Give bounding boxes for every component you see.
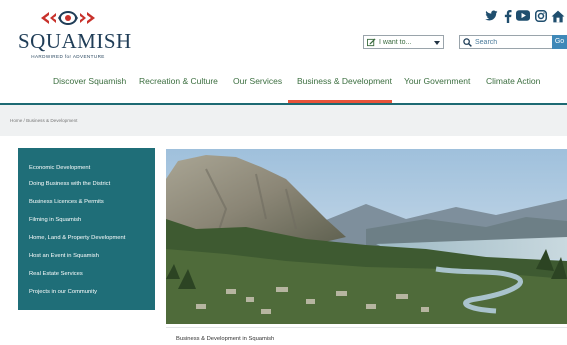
section-sidebar: Economic Development Doing Business with… (18, 148, 155, 310)
logo-mark-icon (41, 11, 95, 25)
nav-climate-action[interactable]: Climate Action (486, 75, 540, 87)
breadcrumb-band (0, 105, 567, 136)
breadcrumb-home[interactable]: Home (10, 118, 22, 123)
edit-icon (367, 38, 376, 47)
search-input[interactable] (475, 37, 545, 47)
sidebar-item-licences-permits[interactable]: Business Licences & Permits (29, 198, 104, 206)
sidebar-item-economic-development[interactable]: Economic Development (29, 164, 90, 172)
i-want-to-label: I want to... (379, 39, 412, 46)
breadcrumb-separator: / (23, 118, 25, 123)
sidebar-item-host-event[interactable]: Host an Event in Squamish (29, 252, 99, 260)
nav-recreation-culture[interactable]: Recreation & Culture (139, 75, 218, 87)
search-button[interactable]: Go (552, 35, 567, 49)
caption-divider (166, 327, 567, 328)
instagram-icon[interactable] (535, 10, 547, 26)
sidebar-item-filming[interactable]: Filming in Squamish (29, 216, 81, 224)
nav-your-government[interactable]: Your Government (404, 75, 470, 87)
youtube-icon[interactable] (516, 10, 530, 26)
nav-discover-squamish[interactable]: Discover Squamish (53, 75, 126, 87)
search-box[interactable] (459, 35, 553, 49)
twitter-icon[interactable] (485, 10, 498, 26)
sidebar-item-doing-business[interactable]: Doing Business with the District (29, 180, 110, 188)
sidebar-item-real-estate[interactable]: Real Estate Services (29, 270, 83, 278)
breadcrumb-current: Business & Development (26, 118, 78, 123)
facebook-icon[interactable] (504, 10, 512, 26)
hero-caption: Business & Development in Squamish (176, 336, 275, 342)
sidebar-item-property-development[interactable]: Home, Land & Property Development (29, 234, 125, 242)
nav-business-development[interactable]: Business & Development (297, 75, 392, 87)
brand-tagline: HARDWIRED for ADVENTURE (31, 54, 105, 59)
breadcrumb: Home / Business & Development (10, 118, 77, 124)
hero-image (166, 149, 567, 324)
i-want-to-dropdown[interactable]: I want to... (363, 35, 444, 49)
search-icon (463, 38, 472, 47)
main-nav: Discover Squamish Recreation & Culture O… (0, 68, 567, 104)
nav-our-services[interactable]: Our Services (233, 75, 282, 87)
house-icon[interactable] (551, 10, 565, 26)
chevron-down-icon (434, 41, 440, 45)
sidebar-item-projects[interactable]: Projects in our Community (29, 288, 97, 296)
brand-name: SQUAMISH (18, 29, 132, 53)
